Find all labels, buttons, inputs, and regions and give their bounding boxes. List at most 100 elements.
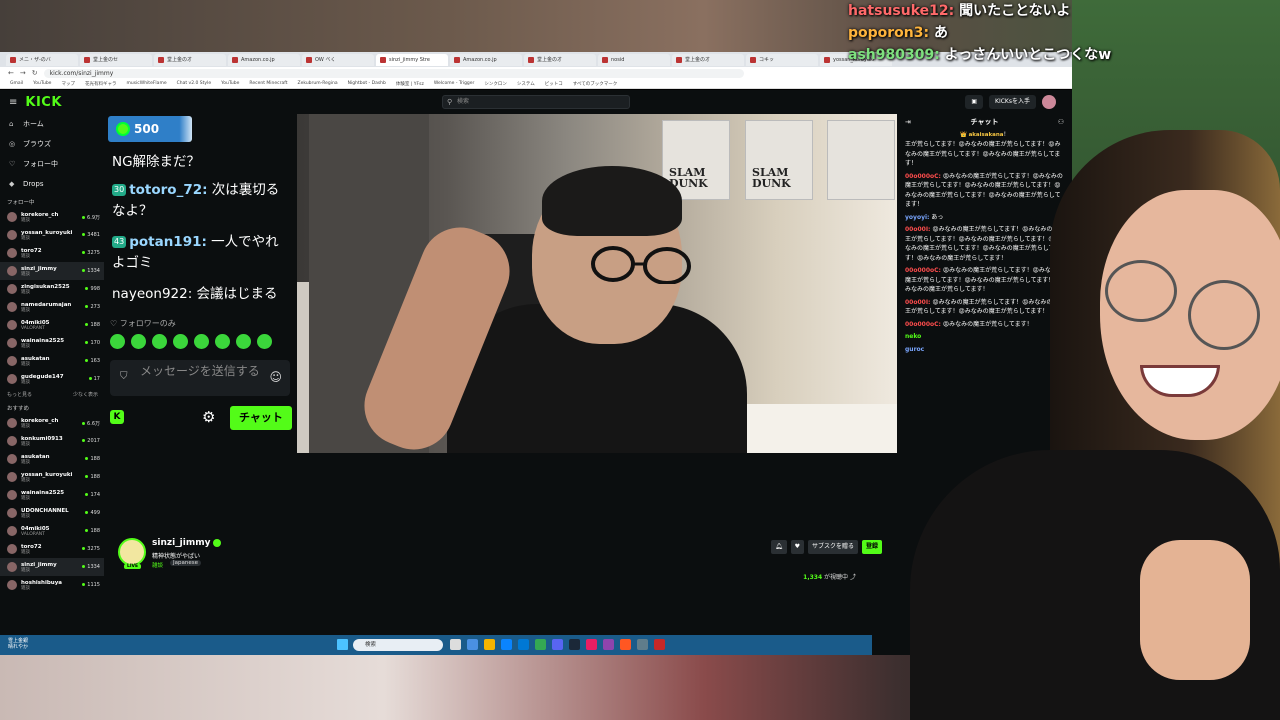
gear-icon[interactable]: ⚙ (202, 408, 215, 426)
bookmark-item[interactable]: 体験室 | YFsz (396, 81, 424, 87)
sidebar-channel[interactable]: hoshishibuya 雑談 1115 (0, 576, 104, 594)
sidebar-channel[interactable]: sinzi_jimmy 雑談 1334 (0, 262, 104, 280)
browser-tab[interactable]: 堂上金のオ (154, 53, 226, 66)
emote-icon[interactable] (110, 334, 125, 349)
chat-username[interactable]: guroc (905, 346, 924, 353)
sidebar-nav-item[interactable]: ◎ ブラウズ (0, 134, 104, 154)
browser-tab[interactable]: nosid (598, 53, 670, 66)
emote-icon[interactable] (236, 334, 251, 349)
bookmark-item[interactable]: システム (517, 81, 535, 87)
share-icon[interactable]: ⤴ (850, 574, 856, 581)
app-icon[interactable] (654, 639, 665, 650)
sidebar-nav-item[interactable]: ♡ フォロー中 (0, 154, 104, 174)
app-icon[interactable] (603, 639, 614, 650)
browser-tab[interactable]: Amazon.co.jp (228, 53, 300, 66)
heart-icon[interactable]: ♥ (790, 540, 804, 554)
stream-language-tag[interactable]: Japanese (170, 560, 201, 566)
bookmark-item[interactable]: Welcome - Trigger (434, 81, 475, 86)
browser-tab[interactable]: メニ・ザ-のバ (6, 53, 78, 66)
sidebar-channel[interactable]: namedarumajan 雑談 273 (0, 298, 104, 316)
chat-username[interactable]: 00o000oC: (905, 321, 941, 328)
bookmark-item[interactable]: Nightbot - Dashb (348, 81, 386, 86)
get-kicks-button[interactable]: KICKsを入手 (989, 95, 1036, 109)
sidebar-channel[interactable]: wainaina2525 雑談 170 (0, 334, 104, 352)
sidebar-channel[interactable]: asukatan 雑談 163 (0, 352, 104, 370)
sidebar-channel[interactable]: UDONCHANNEL 雑談 499 (0, 504, 104, 522)
steam-icon[interactable] (569, 639, 580, 650)
chat-username[interactable]: 00o00I: (905, 299, 930, 306)
bookmark-item[interactable]: ビットコ (545, 81, 563, 87)
bookmark-item[interactable]: YouTube (33, 81, 51, 86)
gift-sub-button[interactable]: サブスクを贈る (807, 540, 858, 554)
taskbar-search[interactable]: 検索 (353, 639, 443, 651)
emoji-icon[interactable]: ☺ (269, 370, 282, 384)
bookmark-item[interactable]: Recent Minecraft (249, 81, 287, 86)
chat-message-input[interactable]: ⛉ メッセージを送信する ☺ (110, 360, 290, 396)
video-player[interactable]: SLAM DUNK SLAM DUNK (297, 114, 897, 453)
explorer-icon[interactable] (484, 639, 495, 650)
chat-username[interactable]: 00o000oC: (905, 173, 941, 180)
bookmark-item[interactable]: Chat v2.0 Style (177, 81, 212, 86)
browser-tab[interactable]: Amazon.co.jp (450, 53, 522, 66)
app-icon[interactable] (620, 639, 631, 650)
emote-icon[interactable] (257, 334, 272, 349)
send-chat-button[interactable]: チャット (230, 406, 292, 430)
emote-icon[interactable] (131, 334, 146, 349)
bookmark-item[interactable]: マップ (61, 81, 75, 87)
sidebar-channel[interactable]: yossan_kuroyuki 雑談 188 (0, 468, 104, 486)
sidebar-channel[interactable]: korekore_ch 雑談 6.9万 (0, 208, 104, 226)
sidebar-channel[interactable]: korekore_ch 雑談 6.6万 (0, 414, 104, 432)
show-more-link[interactable]: もっと見る (7, 391, 32, 398)
chrome-icon[interactable] (535, 639, 546, 650)
bookmark-item[interactable]: すべてのブックマーク (573, 81, 618, 87)
app-icon[interactable] (637, 639, 648, 650)
emote-icon[interactable] (173, 334, 188, 349)
forward-icon[interactable]: → (20, 69, 26, 77)
browser-tab[interactable]: 堂上金のオ (672, 53, 744, 66)
chat-username[interactable]: yoyoyi: (905, 214, 929, 221)
sidebar-channel[interactable]: 04miki05 VALORANT 188 (0, 316, 104, 334)
collapse-chat-icon[interactable]: ⇥ (905, 114, 911, 130)
sidebar-nav-item[interactable]: ⌂ ホーム (0, 114, 104, 134)
kick-logo[interactable]: KICK (25, 95, 62, 110)
bookmark-item[interactable]: シンクロン (484, 81, 507, 87)
reload-icon[interactable]: ↻ (32, 69, 38, 77)
sidebar-channel[interactable]: toro72 雑談 3275 (0, 540, 104, 558)
windows-start-icon[interactable] (337, 639, 348, 650)
theater-mode-icon[interactable]: ▣ (965, 95, 984, 109)
address-bar[interactable]: kick.com/sinzi_jimmy (43, 68, 744, 78)
search-input[interactable]: ⚲ 検索 (442, 95, 630, 109)
weather-widget[interactable]: 雪上金銀 晴れやか (8, 638, 28, 650)
sidebar-nav-item[interactable]: ◆ Drops (0, 174, 104, 194)
chat-users-icon[interactable]: ⚇ (1058, 114, 1064, 130)
sidebar-channel[interactable]: asukatan 雑談 188 (0, 450, 104, 468)
follow-button[interactable]: 登録 (861, 540, 882, 554)
streamer-name[interactable]: sinzi_jimmy (152, 538, 222, 548)
app-icon[interactable] (586, 639, 597, 650)
bookmark-item[interactable]: musicWhiteFlame (126, 81, 166, 86)
taskview-icon[interactable] (450, 639, 461, 650)
browser-tab[interactable]: OW べく (302, 53, 374, 66)
bookmark-item[interactable]: 花光有料ギャラ (85, 81, 117, 87)
menu-icon[interactable]: ≡ (9, 97, 17, 108)
widgets-icon[interactable] (467, 639, 478, 650)
sidebar-channel[interactable]: 04miki05 VALORANT 188 (0, 522, 104, 540)
browser-tab[interactable]: sinzi_jimmy Stre (376, 53, 448, 66)
sidebar-channel[interactable]: wainaina2525 雑談 174 (0, 486, 104, 504)
sidebar-channel[interactable]: sinzi_jimmy 雑談 1334 (0, 558, 104, 576)
channel-points[interactable]: 500 (108, 116, 192, 142)
emote-icon[interactable] (152, 334, 167, 349)
show-less-link[interactable]: 少なく表示 (73, 391, 98, 398)
sidebar-channel[interactable]: gudegude147 雑談 17 (0, 370, 104, 388)
browser-tab[interactable]: 堂上金のオ (524, 53, 596, 66)
emote-icon[interactable] (215, 334, 230, 349)
avatar[interactable] (1042, 95, 1056, 109)
discord-icon[interactable] (552, 639, 563, 650)
sidebar-channel[interactable]: zingisukan2525 雑談 998 (0, 280, 104, 298)
emote-icon[interactable] (194, 334, 209, 349)
bookmark-item[interactable]: YouTube (221, 81, 239, 86)
kick-k-icon[interactable]: K (110, 410, 124, 424)
streamer-avatar[interactable] (118, 538, 146, 566)
bookmark-item[interactable]: Gmail (10, 81, 23, 86)
store-icon[interactable] (518, 639, 529, 650)
